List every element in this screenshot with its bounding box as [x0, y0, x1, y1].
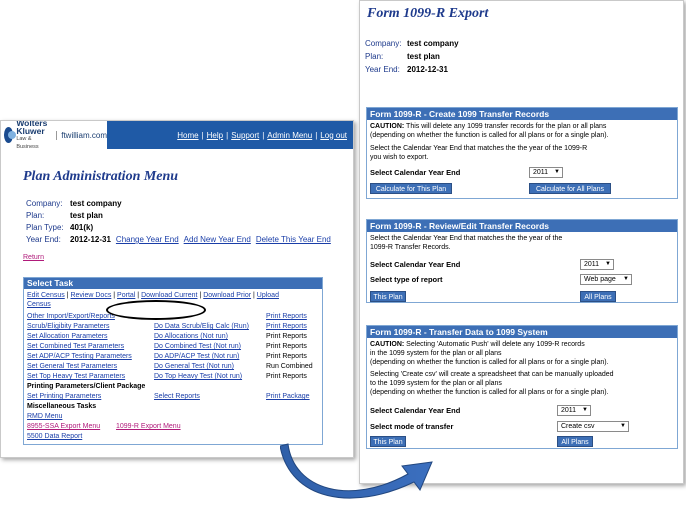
transfer-data-header: Form 1099-R - Transfer Data to 1099 Syst… [367, 326, 677, 338]
print-reports-text-4: Print Reports [266, 353, 307, 360]
download-prior-link[interactable]: Download Prior [203, 292, 251, 299]
do-general-test-link[interactable]: Do General Test (Not run) [154, 363, 234, 370]
wolters-kluwer-logo-icon [4, 127, 17, 143]
print-reports-text-3: Print Reports [266, 343, 307, 350]
transfer-data-panel: Form 1099-R - Transfer Data to 1099 Syst… [366, 325, 678, 449]
print-package-link[interactable]: Print Package [266, 393, 310, 400]
box1-year-label: Select Calendar Year End [370, 168, 461, 177]
box1-year-select[interactable]: 2011 ▼ [529, 167, 563, 178]
do-allocations-link[interactable]: Do Allocations (Not run) [154, 333, 228, 340]
transfer-mode-select[interactable]: Create csv ▼ [557, 421, 629, 432]
nav-support[interactable]: Support [231, 131, 259, 140]
scrub-params-link[interactable]: Scrub/Eligibity Parameters [27, 323, 109, 330]
chevron-down-icon: ▼ [582, 407, 588, 413]
r-year-end-row: Year End: 2012-12-31 [365, 65, 448, 74]
select-reports-link[interactable]: Select Reports [154, 393, 200, 400]
logo-site: ftwilliam.com [56, 130, 107, 140]
task-links-row: Edit Census | Review Docs | Portal | Dow… [27, 292, 279, 299]
run-combined-text: Run Combined [266, 363, 313, 370]
upload-census-link[interactable]: Upload [257, 292, 279, 299]
data-5500-link[interactable]: 5500 Data Report [27, 433, 82, 440]
report-type-label: Select type of report [370, 275, 443, 284]
return-link[interactable]: Return [23, 254, 44, 261]
adp-acp-params-link[interactable]: Set ADP/ACP Testing Parameters [27, 353, 132, 360]
do-top-heavy-test-link[interactable]: Do Top Heavy Test (Not run) [154, 373, 242, 380]
rmd-menu-link[interactable]: RMD Menu [27, 413, 62, 420]
select-task-header: Select Task [24, 278, 322, 289]
delete-year-end-link[interactable]: Delete This Year End [256, 235, 331, 244]
review-transfer-records-panel: Form 1099-R - Review/Edit Transfer Recor… [366, 219, 678, 303]
print-reports-link-1[interactable]: Print Reports [266, 323, 307, 330]
allocation-params-link[interactable]: Set Allocation Parameters [27, 333, 108, 340]
box3-year-label: Select Calendar Year End [370, 406, 461, 415]
print-reports-link-0[interactable]: Print Reports [266, 313, 307, 320]
do-data-scrub-link[interactable]: Do Data Scrub/Elig Calc (Run) [154, 323, 249, 330]
box2-year-label: Select Calendar Year End [370, 260, 461, 269]
add-new-year-end-link[interactable]: Add New Year End [184, 235, 251, 244]
portal-link[interactable]: Portal [117, 292, 135, 299]
top-heavy-params-link[interactable]: Set Top Heavy Test Parameters [27, 373, 125, 380]
nav-admin-menu[interactable]: Admin Menu [267, 131, 312, 140]
create-transfer-header: Form 1099-R - Create 1099 Transfer Recor… [367, 108, 677, 120]
combined-params-link[interactable]: Set Combined Test Parameters [27, 343, 124, 350]
plan-admin-window: Wolters Kluwer Law & Business ftwilliam.… [0, 120, 354, 458]
review-all-plans-button[interactable]: All Plans [580, 291, 616, 302]
page-title: Plan Administration Menu [23, 169, 179, 184]
logo-name: Wolters Kluwer [16, 120, 48, 136]
calculate-this-plan-button[interactable]: Calculate for This Plan [370, 183, 452, 194]
company-row: Company: test company [26, 199, 122, 208]
r-plan-row: Plan: test plan [365, 52, 440, 61]
general-params-link[interactable]: Set General Test Parameters [27, 363, 117, 370]
printing-header: Printing Parameters/Client Package [27, 383, 146, 390]
nav-help[interactable]: Help [207, 131, 223, 140]
nav-home[interactable]: Home [177, 131, 198, 140]
set-printing-link[interactable]: Set Printing Parameters [27, 393, 101, 400]
transfer-mode-label: Select mode of transfer [370, 422, 454, 431]
print-reports-text-6: Print Reports [266, 373, 307, 380]
chevron-down-icon: ▼ [623, 276, 629, 282]
box3-year-select[interactable]: 2011 ▼ [557, 405, 591, 416]
nav-log-out[interactable]: Log out [320, 131, 347, 140]
report-type-select[interactable]: Web page ▼ [580, 274, 632, 285]
box2-year-select[interactable]: 2011 ▼ [580, 259, 614, 270]
chevron-down-icon: ▼ [605, 261, 611, 267]
top-nav: Home | Help | Support | Admin Menu | Log out [107, 121, 353, 149]
logo-sub: Law & Business [16, 136, 39, 150]
plan-type-row: Plan Type: 401(k) [26, 223, 94, 232]
app-header: Wolters Kluwer Law & Business ftwilliam.… [1, 120, 353, 150]
download-current-link[interactable]: Download Current [141, 292, 197, 299]
review-transfer-header: Form 1099-R - Review/Edit Transfer Recor… [367, 220, 677, 232]
chevron-down-icon: ▼ [554, 169, 560, 175]
plan-row: Plan: test plan [26, 211, 103, 220]
do-adp-acp-test-link[interactable]: Do ADP/ACP Test (Not run) [154, 353, 239, 360]
edit-census-link[interactable]: Edit Census [27, 292, 65, 299]
other-import-export-link[interactable]: Other Import/Export/Reports [27, 313, 115, 320]
chevron-down-icon: ▼ [620, 423, 626, 429]
r-company-row: Company: test company [365, 39, 459, 48]
highlight-oval [106, 300, 206, 320]
do-combined-test-link[interactable]: Do Combined Test (Not run) [154, 343, 241, 350]
upload-census-link-cont[interactable]: Census [27, 301, 51, 308]
review-docs-link[interactable]: Review Docs [70, 292, 111, 299]
misc-header: Miscellaneous Tasks [27, 403, 97, 410]
year-end-row: Year End: 2012-12-31 Change Year End Add… [26, 235, 331, 244]
transfer-all-plans-button[interactable]: All Plans [557, 436, 593, 447]
navigation-arrow-icon [280, 443, 433, 499]
calculate-all-plans-button[interactable]: Calculate for All Plans [529, 183, 611, 194]
export-page-title: Form 1099-R Export [367, 6, 489, 21]
logo: Wolters Kluwer Law & Business ftwilliam.… [1, 120, 107, 150]
change-year-end-link[interactable]: Change Year End [116, 235, 179, 244]
ssa-export-link[interactable]: 8955-SSA Export Menu [27, 423, 100, 430]
print-reports-text-2: Print Reports [266, 333, 307, 340]
review-this-plan-button[interactable]: This Plan [370, 291, 406, 302]
form-1099r-export-window: Form 1099-R Export Company: test company… [359, 0, 684, 484]
export-1099-link[interactable]: 1099-R Export Menu [116, 423, 181, 430]
create-transfer-records-panel: Form 1099-R - Create 1099 Transfer Recor… [366, 107, 678, 199]
